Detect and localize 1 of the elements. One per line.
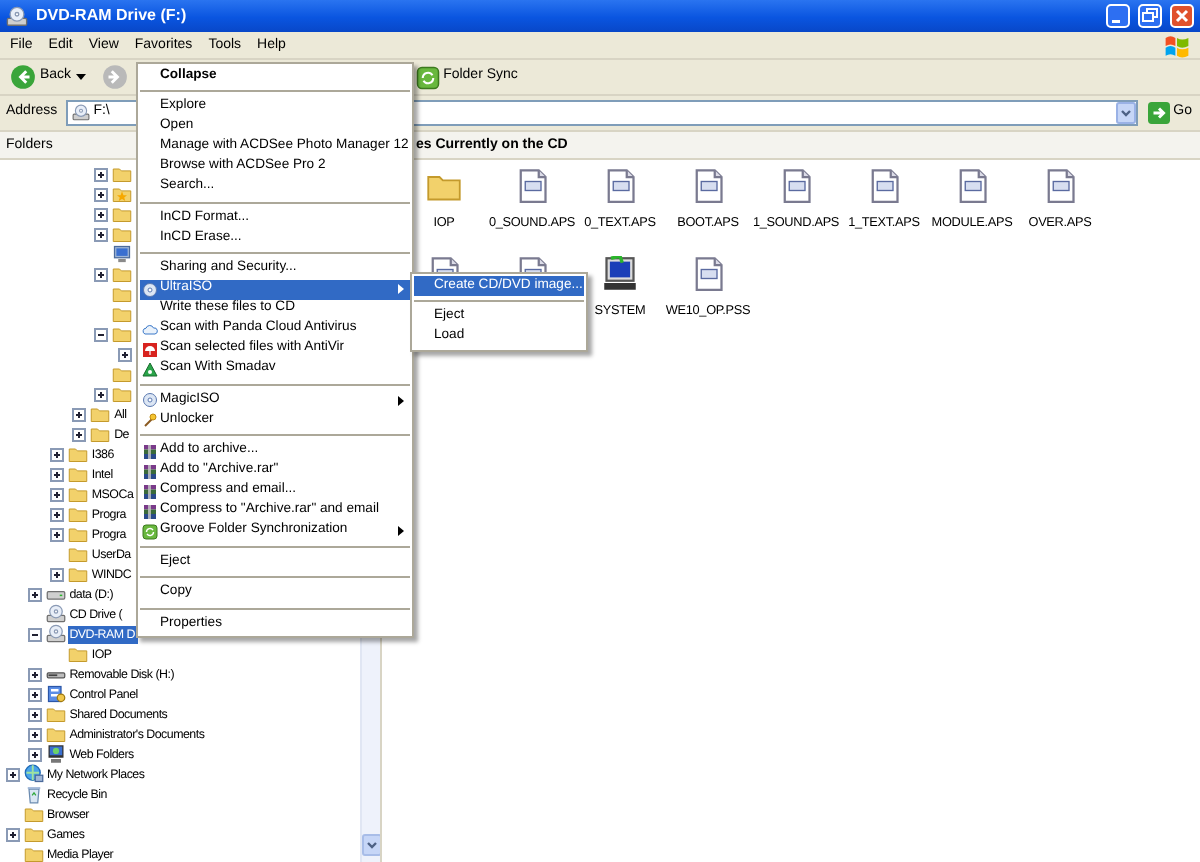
window-title: DVD-RAM Drive (F:) <box>36 6 189 26</box>
